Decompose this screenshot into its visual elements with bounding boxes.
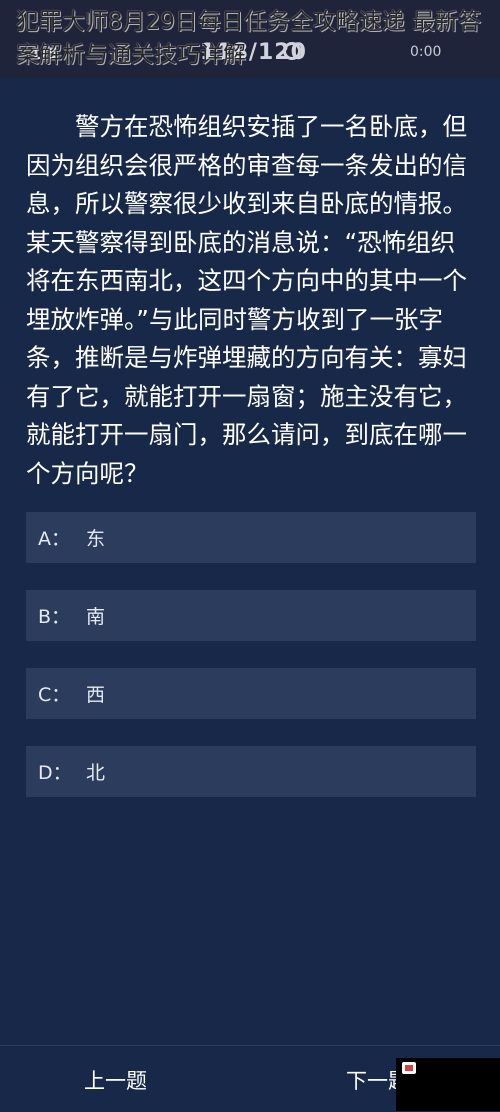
option-c[interactable]: C： 西 xyxy=(26,668,476,719)
option-d-text: 北 xyxy=(86,762,106,784)
option-d-key: D： xyxy=(38,762,72,784)
logo-icon xyxy=(402,1062,416,1074)
option-c-text: 西 xyxy=(86,684,106,706)
option-d[interactable]: D： 北 xyxy=(26,746,476,797)
prev-question-button[interactable]: 上一题 xyxy=(84,1065,147,1095)
watermark-badge xyxy=(396,1058,500,1111)
option-c-key: C： xyxy=(38,684,71,706)
overlay-title: 犯罪大师8月29日每日任务全攻略速递 最新答案解析与通关技巧详解 xyxy=(16,9,482,68)
option-b-key: B： xyxy=(38,606,71,628)
option-a-text: 东 xyxy=(86,528,106,550)
option-b-text: 南 xyxy=(86,606,106,628)
question-text: 警方在恐怖组织安插了一名卧底，但因为组织会很严格的审查每一条发出的信息，所以警察… xyxy=(26,112,467,488)
option-b[interactable]: B： 南 xyxy=(26,590,476,641)
option-a-key: A： xyxy=(38,528,70,550)
option-a[interactable]: A： 东 xyxy=(26,512,476,563)
